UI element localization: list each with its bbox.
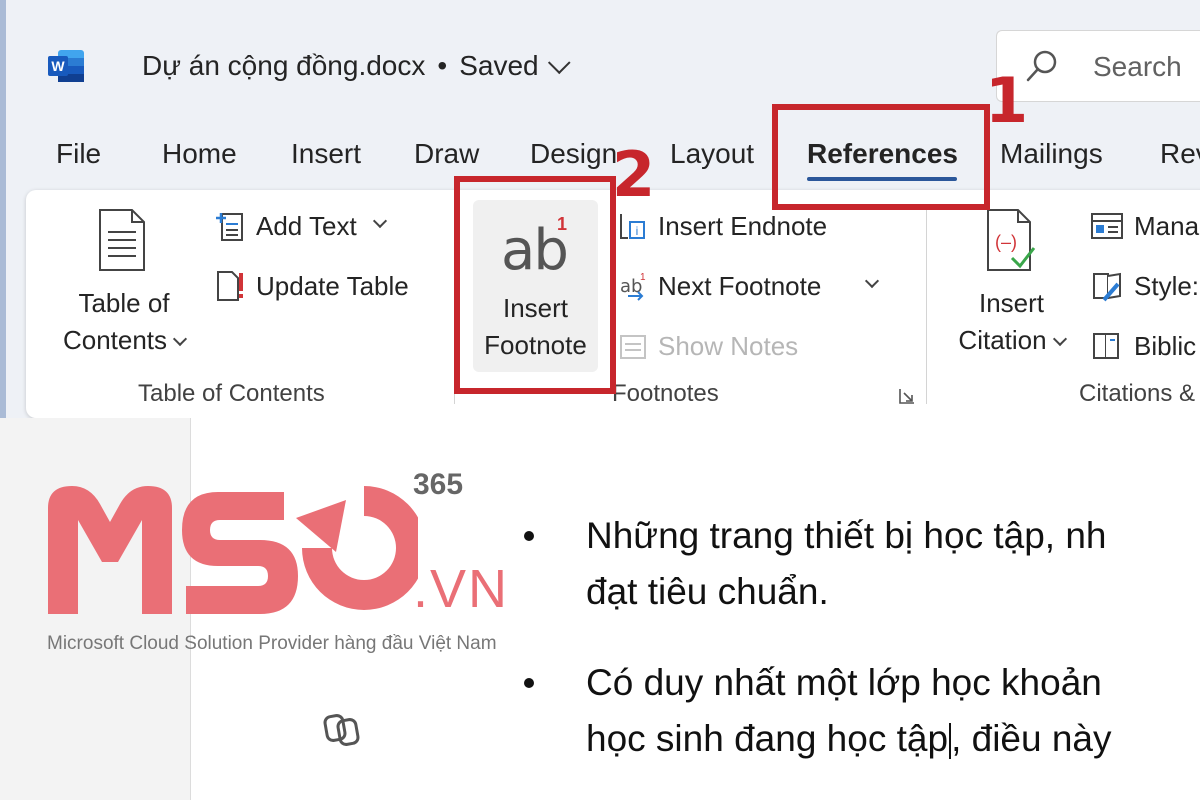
paragraph-1-line-2: đạt tiêu chuẩn. [586,571,829,612]
chevron-down-icon[interactable] [865,273,880,289]
tab-layout[interactable]: Layout [670,138,754,170]
manage-sources-label: Mana [1134,210,1200,241]
tab-home[interactable]: Home [162,138,237,170]
manage-sources-button[interactable]: Mana [1090,210,1199,242]
tab-mailings[interactable]: Mailings [1000,138,1103,170]
bullet-paragraph-1[interactable]: Những trang thiết bị học tập, nh đạt tiê… [586,508,1107,620]
bullet-marker [524,531,534,541]
bibliography-label: Biblic [1134,330,1197,361]
insert-endnote-icon: i [620,214,645,239]
paragraph-2-line-2b: , điều này [951,718,1112,759]
show-notes-label: Show Notes [658,330,799,361]
tab-design[interactable]: Design [530,138,617,170]
tab-review[interactable]: Rev [1160,138,1200,170]
next-footnote-icon: ab 1 [620,272,646,301]
insert-citation-icon: (–) [987,209,1036,271]
update-table-button[interactable]: Update Table [214,270,409,302]
svg-text:1: 1 [640,272,646,283]
tab-draw[interactable]: Draw [414,138,479,170]
tab-file[interactable]: File [56,138,101,170]
svg-text:(–): (–) [995,232,1017,252]
save-status: Saved [459,50,539,81]
footnotes-group-label: Footnotes [612,380,719,407]
insert-citation-button[interactable]: Insert Citation [944,285,1079,359]
dialog-launcher-icon[interactable] [898,387,916,405]
toc-label-line2: Contents [62,325,168,355]
chevron-down-icon [547,51,571,75]
add-text-icon [216,213,243,241]
update-table-label: Update Table [256,270,409,301]
search-icon [1026,50,1057,82]
next-footnote-button[interactable]: ab 1 Next Footnote [618,270,880,302]
highlight-box-insert-footnote [454,176,616,394]
brand-tld: .VN [413,559,510,619]
table-of-contents-icon [99,209,145,271]
svg-text:W: W [51,58,65,74]
word-app-icon[interactable]: W [48,48,86,84]
insert-citation-label-line2: Citation [958,325,1047,355]
paragraph-1-line-1: Những trang thiết bị học tập, nh [586,515,1107,556]
bibliography-button[interactable]: Biblic [1090,330,1196,362]
citation-style-select[interactable]: Style: [1090,270,1199,302]
show-notes-button[interactable]: Show Notes [618,330,798,362]
word-window: W Dự án cộng đồng.docx • Saved Search File… [0,0,1200,800]
step-number-2: 2 [612,138,656,211]
copilot-icon[interactable] [322,712,362,748]
insert-citation-label-line1: Insert [978,288,1045,318]
chevron-down-icon [172,331,188,347]
document-title[interactable]: Dự án cộng đồng.docx • Saved [142,50,571,82]
chevron-down-icon [1052,331,1067,347]
group-divider [926,208,927,404]
insert-endnote-button[interactable]: i Insert Endnote [618,210,827,242]
bullet-marker [524,678,534,688]
style-book-icon [1093,272,1121,302]
paragraph-2-line-2a: học sinh đang học tập [586,718,949,759]
bibliography-icon [1093,333,1119,359]
brand-365: 365 [413,468,464,501]
paragraph-2-line-1: Có duy nhất một lớp học khoản [586,662,1102,703]
add-text-label: Add Text [256,210,357,241]
citations-group-label: Citations & [1079,380,1196,407]
citation-style-label: Style: [1134,270,1200,301]
show-notes-icon [620,335,646,359]
svg-text:i: i [636,224,639,238]
tab-insert[interactable]: Insert [291,138,361,170]
document-name: Dự án cộng đồng.docx [142,50,426,81]
chevron-down-icon [372,213,387,229]
brand-tagline: Microsoft Cloud Solution Provider hàng đ… [47,633,497,654]
step-number-1: 1 [985,64,1029,137]
insert-endnote-label: Insert Endnote [658,210,828,241]
title-separator: • [437,50,448,81]
toc-label-line1: Table of [78,288,170,318]
search-placeholder: Search [1093,51,1182,82]
mso-logo [48,486,418,614]
table-of-contents-button[interactable]: Table of Contents [54,285,194,359]
manage-sources-icon [1091,213,1123,239]
add-text-button[interactable]: Add Text [214,210,387,242]
highlight-box-references [772,104,990,210]
bullet-paragraph-2[interactable]: Có duy nhất một lớp học khoản học sinh đ… [586,655,1112,767]
update-table-icon [217,271,243,301]
next-footnote-label: Next Footnote [658,270,822,301]
toc-group-label: Table of Contents [138,380,325,407]
